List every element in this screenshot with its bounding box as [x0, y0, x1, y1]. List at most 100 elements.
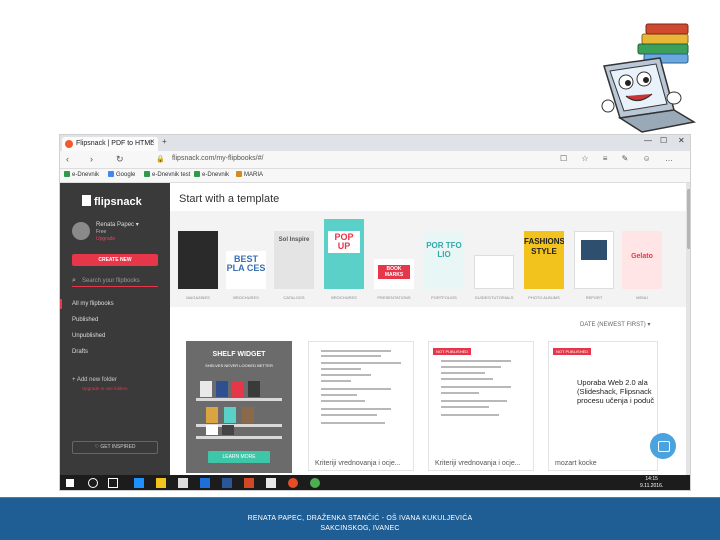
create-new-button[interactable]: CREATE NEW [72, 254, 158, 266]
template-thumb[interactable]: FASHIONS STYLE [524, 231, 564, 289]
doc-line [321, 374, 371, 376]
app-icon[interactable] [266, 478, 276, 488]
task-view-icon[interactable] [108, 478, 118, 488]
template-thumb[interactable]: POR TFO LIO [424, 231, 464, 289]
sidebar-item-all-flipbooks[interactable]: All my flipbooks [60, 299, 114, 309]
search-input[interactable]: ⌕ Search your flipbooks [72, 275, 158, 287]
doc-line [321, 355, 381, 357]
template-thumb[interactable] [574, 231, 614, 289]
google-icon [108, 171, 114, 177]
doc-line [441, 360, 511, 362]
windows-taskbar: 14:15 9.11.2016. [60, 475, 690, 490]
firefox-icon[interactable] [288, 478, 298, 488]
bookmark-icon [194, 171, 200, 177]
flipbook-card[interactable]: Kriteriji vrednovanja i ocje... [308, 341, 414, 471]
flipbook-title[interactable]: Kriteriji vrednovanja i ocje... [435, 460, 521, 467]
doc-line [441, 378, 493, 380]
browser-screenshot: Flipsnack | PDF to HTML × + — ☐ ✕ ‹ › ↻ … [59, 134, 691, 491]
template-label: PRESENTATIONS [377, 295, 411, 300]
folder-upgrade-note: Upgrade to use folders [82, 386, 128, 391]
flipbook-card[interactable]: NOT PUBLISHED Uporaba Web 2.0 ala (Slide… [548, 341, 658, 471]
sidebar-item-published[interactable]: Published [72, 317, 98, 323]
doc-line [441, 386, 511, 388]
store-icon[interactable] [200, 478, 210, 488]
edge-icon[interactable] [134, 478, 144, 488]
minimize-icon[interactable]: — [644, 136, 652, 145]
footer-line-2: SAKCINSKOG, IVANEC [320, 525, 400, 532]
word-icon[interactable] [222, 478, 232, 488]
doc-line [441, 414, 499, 416]
flipbook-title[interactable]: mozart kocke [555, 460, 597, 467]
flipsnack-logo[interactable]: flipsnack [82, 195, 142, 208]
footer-credits: RENATA PAPEC, DRAŽENKA STANČIĆ - OŠ IVAN… [0, 514, 720, 534]
template-label: GUIDES/TUTORIALS [474, 295, 514, 300]
doc-line [321, 350, 391, 352]
flipbook-title[interactable]: Kriteriji vrednovanja i ocje... [315, 460, 401, 467]
browser-tab[interactable]: Flipsnack | PDF to HTML [62, 137, 158, 151]
sidebar-item-unpublished[interactable]: Unpublished [72, 333, 105, 339]
flipbook-card[interactable]: NOT PUBLISHED Kriteriji vrednovanja i oc… [428, 341, 534, 471]
add-folder-button[interactable]: + Add new folder [72, 377, 117, 383]
bookmark-item[interactable]: e-Dnevnik [64, 171, 99, 178]
get-inspired-button[interactable]: ♡ GET INSPIRED [72, 441, 158, 454]
bookmark-icon [144, 171, 150, 177]
bookmark-item[interactable]: MARIA [236, 171, 263, 178]
flipsnack-favicon-icon [65, 140, 73, 148]
template-thumb[interactable]: BEST PLA CES [226, 251, 266, 289]
taskbar-clock[interactable]: 14:15 9.11.2016. [640, 476, 663, 490]
doc-line [321, 422, 385, 424]
calculator-icon[interactable] [178, 478, 188, 488]
powerpoint-icon[interactable] [244, 478, 254, 488]
bookmark-item[interactable]: Google [108, 171, 135, 178]
bookmark-icon [64, 171, 70, 177]
user-name[interactable]: Renata Papec ▾ [96, 221, 139, 228]
book-icon [222, 425, 234, 435]
templates-heading: Start with a template [179, 193, 280, 205]
browser-toolbar-icons[interactable]: ☐ ☆ ≡ ✎ ☺ … [560, 154, 679, 163]
back-icon[interactable]: ‹ [66, 154, 69, 164]
avatar[interactable] [72, 222, 90, 240]
status-badge: NOT PUBLISHED [433, 348, 472, 355]
shelf-widget-title: SHELF WIDGET [212, 351, 266, 358]
search-placeholder: Search your flipbooks [82, 278, 140, 284]
bookmark-item[interactable]: e-Dnevnik test [144, 171, 190, 178]
new-tab-icon[interactable]: + [162, 137, 167, 146]
windows-start-icon[interactable] [66, 479, 74, 487]
template-thumb[interactable]: POP UP [324, 219, 364, 289]
shelf-divider [196, 398, 282, 401]
template-thumb[interactable]: Sol Inspire [274, 231, 314, 289]
url-field[interactable]: flipsnack.com/my-flipbooks/#/ [172, 155, 263, 162]
sidebar-item-drafts[interactable]: Drafts [72, 349, 88, 355]
laptop-books-clipart [601, 23, 697, 133]
sort-dropdown[interactable]: DATE (NEWEST FIRST) ▾ [580, 321, 650, 328]
tab-close-icon[interactable]: × [150, 137, 155, 146]
upgrade-link[interactable]: Upgrade [96, 236, 115, 242]
lock-icon: 🔒 [156, 156, 165, 163]
book-icon [242, 407, 254, 423]
template-thumb[interactable] [474, 255, 514, 289]
template-thumb[interactable]: BOOK MARKS [374, 259, 414, 289]
address-bar: ‹ › ↻ 🔒 flipsnack.com/my-flipbooks/#/ ☐ … [60, 151, 690, 169]
search-icon[interactable] [88, 478, 98, 488]
bookmark-icon [236, 171, 242, 177]
template-thumb[interactable] [178, 231, 218, 289]
scrollbar[interactable] [686, 183, 690, 475]
learn-more-button[interactable]: LEARN MORE [208, 451, 270, 463]
chrome-icon[interactable] [310, 478, 320, 488]
book-icon [206, 407, 218, 423]
shelf-widget-card[interactable]: SHELF WIDGET SHELVES NEVER LOOKED BETTER… [186, 341, 292, 473]
template-thumb[interactable]: Gelato [622, 231, 662, 289]
folder-upgrade-link[interactable]: Upgrade [82, 386, 99, 391]
maximize-icon[interactable]: ☐ [660, 136, 667, 145]
shelf-divider [196, 436, 282, 439]
doc-line [321, 388, 391, 390]
reload-icon[interactable]: ↻ [116, 154, 124, 165]
bookmark-item[interactable]: e-Dnevnik [194, 171, 229, 178]
forward-icon[interactable]: › [90, 154, 93, 164]
scrollbar-thumb[interactable] [687, 189, 690, 249]
bookmarks-bar: e-Dnevnik Google e-Dnevnik test e-Dnevni… [60, 169, 690, 183]
main-content: Start with a template MAGAZINES BEST PLA… [170, 183, 686, 475]
close-window-icon[interactable]: ✕ [678, 136, 685, 145]
folder-icon[interactable] [156, 478, 166, 488]
chat-icon[interactable] [650, 433, 676, 459]
